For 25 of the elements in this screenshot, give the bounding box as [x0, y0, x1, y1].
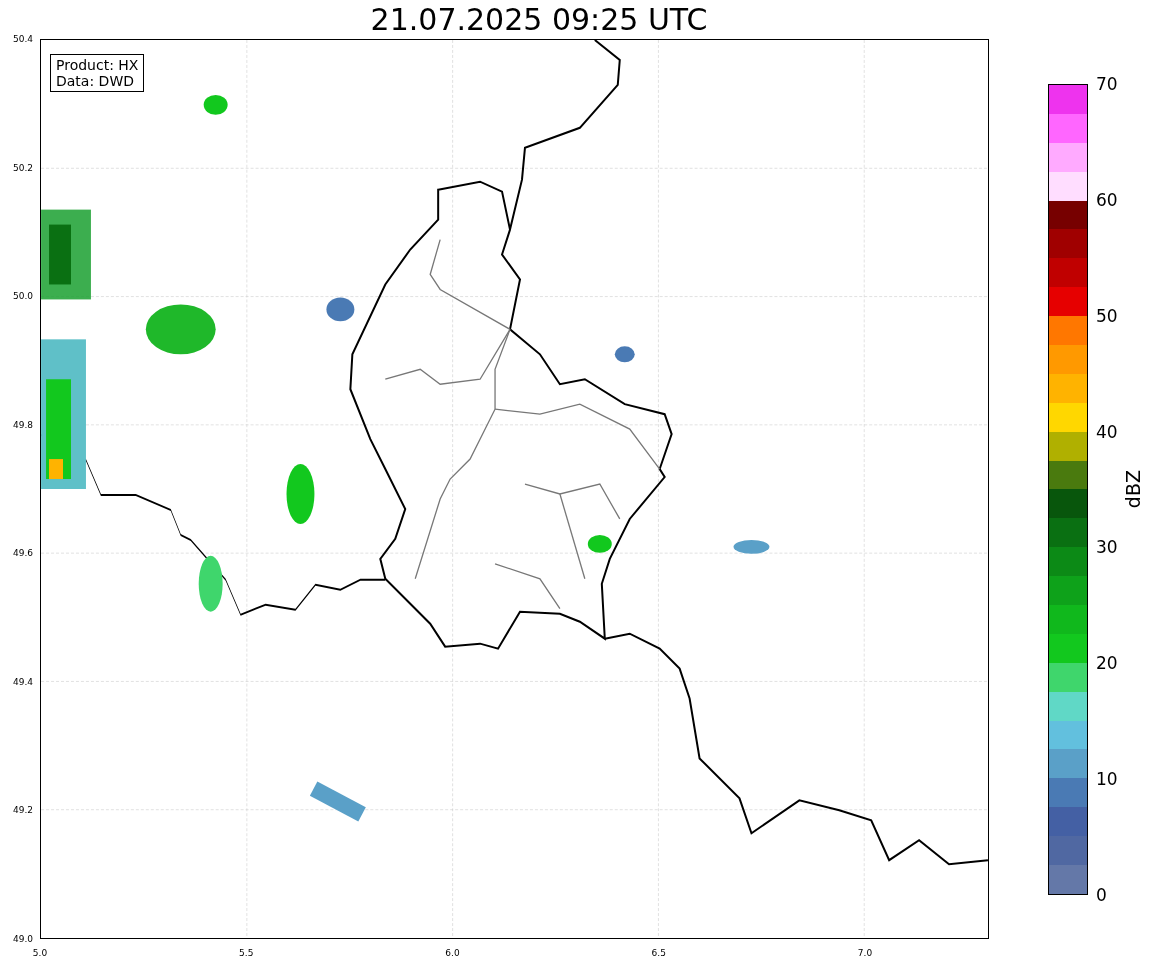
y-tick-label: 50.4	[12, 33, 33, 45]
x-tick-label: 7.0	[857, 948, 873, 959]
colorbar-tick-label: 10	[1096, 769, 1118, 789]
x-tick-label: 5.0	[32, 948, 48, 959]
x-tick-label: 6.0	[445, 948, 460, 959]
y-tick-label: 50.0	[12, 290, 33, 302]
y-tick-label: 49.2	[12, 804, 33, 816]
info-text: Data: DWD	[56, 73, 135, 89]
colorbar-tick-label: 0	[1096, 885, 1107, 905]
x-tick-label: 5.5	[239, 948, 254, 959]
colorbar-tick-label: 60	[1096, 190, 1118, 210]
colorbar-tick-label: 40	[1096, 422, 1118, 442]
colorbar-tick-label: 30	[1096, 537, 1118, 557]
colorbar-label: dBZ	[1122, 470, 1144, 509]
colorbar-tick-label: 70	[1096, 74, 1118, 94]
x-tick-label: 6.5	[651, 948, 666, 959]
y-tick-label: 49.4	[12, 676, 33, 688]
colorbar-tick-label: 50	[1096, 306, 1118, 326]
y-tick-label: 50.2	[12, 162, 33, 174]
colorbar-tick-label: 20	[1096, 653, 1118, 673]
y-tick-label: 49.8	[12, 419, 33, 431]
info-text: Product: HX	[56, 57, 139, 73]
plot-title: 21.07.2025 09:25 UTC	[370, 1, 708, 36]
y-tick-label: 49.0	[12, 933, 33, 945]
y-tick-label: 49.6	[12, 547, 33, 559]
